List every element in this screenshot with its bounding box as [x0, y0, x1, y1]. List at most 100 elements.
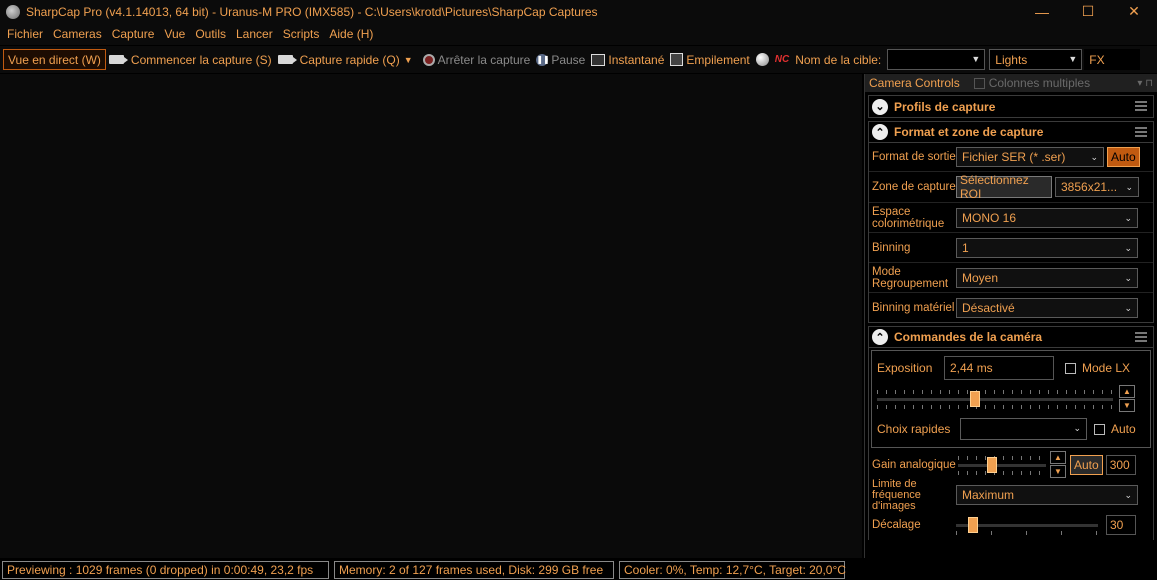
- multi-columns-toggle[interactable]: Colonnes multiples: [973, 76, 1091, 90]
- section-header[interactable]: ⌄ Profils de capture: [869, 96, 1153, 117]
- fx-button[interactable]: FX: [1084, 49, 1141, 70]
- quick-choice-select[interactable]: ⌄: [960, 418, 1087, 440]
- frame-type-select[interactable]: Lights ▼: [989, 49, 1083, 70]
- preview-area[interactable]: [0, 74, 862, 558]
- stop-capture-button[interactable]: Arrêter la capture: [420, 49, 534, 70]
- arrow-down-icon[interactable]: ▼: [1050, 465, 1066, 478]
- arrow-up-icon[interactable]: ▲: [1119, 385, 1135, 398]
- chevron-down-icon: ⌄: [1124, 212, 1132, 223]
- frame-limit-label: Limite de fréquence d'images: [872, 477, 921, 512]
- exposure-slider[interactable]: [877, 388, 1113, 410]
- slider-thumb[interactable]: [970, 391, 980, 407]
- menu-aide[interactable]: Aide (H): [324, 27, 378, 41]
- output-auto-button[interactable]: Auto: [1107, 147, 1140, 167]
- exposure-input[interactable]: 2,44 ms: [944, 356, 1054, 380]
- lx-mode-checkbox[interactable]: [1065, 362, 1076, 374]
- chevron-up-icon[interactable]: ⌃: [872, 329, 888, 345]
- snapshot-icon: [591, 53, 606, 66]
- camera-icon: [277, 55, 297, 64]
- slider-thumb[interactable]: [968, 517, 978, 533]
- status-memory: Memory: 2 of 127 frames used, Disk: 299 …: [334, 561, 614, 579]
- binning-select[interactable]: 1 ⌄: [956, 237, 1138, 258]
- maximize-button[interactable]: ☐: [1065, 0, 1111, 23]
- snapshot-button[interactable]: Instantané: [588, 49, 667, 70]
- quick-capture-button[interactable]: Capture rapide (Q) ▼: [275, 49, 420, 70]
- target-name-input[interactable]: ▼: [887, 49, 986, 70]
- section-header[interactable]: ⌃ Format et zone de capture: [869, 122, 1153, 143]
- gain-input[interactable]: 300: [1105, 455, 1136, 475]
- menu-icon[interactable]: [1135, 127, 1147, 137]
- gain-slider[interactable]: [958, 454, 1046, 476]
- pause-button[interactable]: ❚❚ Pause: [533, 49, 588, 70]
- menu-outils[interactable]: Outils: [190, 27, 231, 41]
- hw-binning-select[interactable]: Désactivé ⌄: [956, 297, 1138, 318]
- pause-icon: ❚❚: [536, 53, 550, 66]
- camera-icon: [108, 55, 128, 64]
- menu-icon[interactable]: [1135, 101, 1147, 111]
- quick-auto-checkbox[interactable]: [1094, 423, 1105, 435]
- pin-icon[interactable]: ▾ ⊓: [1137, 78, 1153, 89]
- offset-input[interactable]: 30: [1106, 515, 1136, 535]
- stacking-button[interactable]: Empilement: [667, 49, 752, 70]
- output-format-select[interactable]: Fichier SER (* .ser) ⌄: [956, 147, 1104, 167]
- chevron-down-icon[interactable]: ▼: [404, 55, 413, 65]
- output-format-label: Format de sortie: [872, 151, 956, 163]
- capture-area-row: Zone de capture Sélectionnez ROI 3856x21…: [869, 171, 1153, 202]
- slider-ticks: [958, 471, 1046, 475]
- start-capture-button[interactable]: Commencer la capture (S): [106, 49, 275, 70]
- nc-badge-icon[interactable]: NC: [775, 54, 789, 65]
- offset-value: 30: [1110, 518, 1124, 532]
- stop-icon: [422, 53, 435, 66]
- section-header[interactable]: ⌃ Commandes de la caméra: [869, 327, 1153, 348]
- offset-row: Décalage 30: [869, 510, 1153, 540]
- sphere-button[interactable]: [753, 49, 775, 70]
- frame-limit-row: Limite de fréquence d'images Maximum ⌄: [869, 477, 1153, 512]
- chevron-up-icon[interactable]: ⌃: [872, 124, 888, 140]
- slider-track: [958, 464, 1046, 467]
- resolution-select[interactable]: 3856x21... ⌄: [1055, 177, 1139, 197]
- gain-spinner[interactable]: ▲ ▼: [1050, 451, 1066, 479]
- arrow-down-icon[interactable]: ▼: [1119, 399, 1135, 412]
- exposure-spinner[interactable]: ▲ ▼: [1119, 385, 1135, 413]
- multi-columns-checkbox[interactable]: [973, 77, 985, 89]
- menu-vue[interactable]: Vue: [159, 27, 190, 41]
- slider-ticks: [877, 390, 1113, 394]
- gain-auto-button[interactable]: Auto: [1070, 455, 1103, 475]
- colorspace-select[interactable]: MONO 16 ⌄: [956, 207, 1138, 228]
- stop-capture-label: Arrêter la capture: [437, 52, 531, 67]
- menu-scripts[interactable]: Scripts: [278, 27, 325, 41]
- hw-binning-value: Désactivé: [962, 300, 1015, 315]
- section-format: ⌃ Format et zone de capture Format de so…: [868, 121, 1154, 323]
- hw-binning-label: Binning matériel: [872, 301, 955, 314]
- multi-columns-label: Colonnes multiples: [988, 76, 1091, 90]
- close-button[interactable]: ✕: [1111, 0, 1157, 23]
- menu-fichier[interactable]: Fichier: [2, 27, 48, 41]
- menu-capture[interactable]: Capture: [107, 27, 160, 41]
- chevron-down-icon: ⌄: [1125, 182, 1133, 192]
- chevron-down-icon[interactable]: ⌄: [872, 98, 888, 115]
- menu-cameras[interactable]: Cameras: [48, 27, 107, 41]
- slider-track: [877, 398, 1113, 401]
- slider-thumb[interactable]: [987, 457, 997, 473]
- live-view-button[interactable]: Vue en direct (W): [3, 49, 106, 70]
- colorspace-label: Espace colorimétrique: [872, 205, 945, 230]
- minimize-button[interactable]: —: [1019, 0, 1065, 23]
- quick-auto-label: Auto: [1111, 422, 1136, 436]
- camera-controls-panel: Camera Controls Colonnes multiples ▾ ⊓ ⌄…: [864, 74, 1157, 558]
- exposure-label: Exposition: [877, 361, 933, 375]
- offset-slider[interactable]: [956, 514, 1098, 536]
- start-capture-label: Commencer la capture (S): [130, 52, 272, 67]
- gain-row: Gain analogique ▲ ▼ Auto 300: [869, 450, 1153, 480]
- select-roi-button[interactable]: Sélectionnez ROI: [956, 173, 1052, 201]
- bin-mode-select[interactable]: Moyen ⌄: [956, 267, 1138, 288]
- arrow-up-icon[interactable]: ▲: [1050, 451, 1066, 464]
- chevron-down-icon: ⌄: [1124, 272, 1132, 283]
- chevron-down-icon: ▼: [971, 54, 981, 64]
- frame-limit-select[interactable]: Maximum ⌄: [956, 485, 1138, 505]
- menu-icon[interactable]: [1135, 332, 1147, 342]
- chevron-down-icon: ⌄: [1124, 302, 1132, 313]
- binning-label: Binning: [872, 241, 911, 254]
- menu-lancer[interactable]: Lancer: [231, 27, 278, 41]
- quick-capture-label: Capture rapide (Q): [299, 52, 400, 67]
- bin-mode-label: Mode Regroupement: [872, 265, 949, 290]
